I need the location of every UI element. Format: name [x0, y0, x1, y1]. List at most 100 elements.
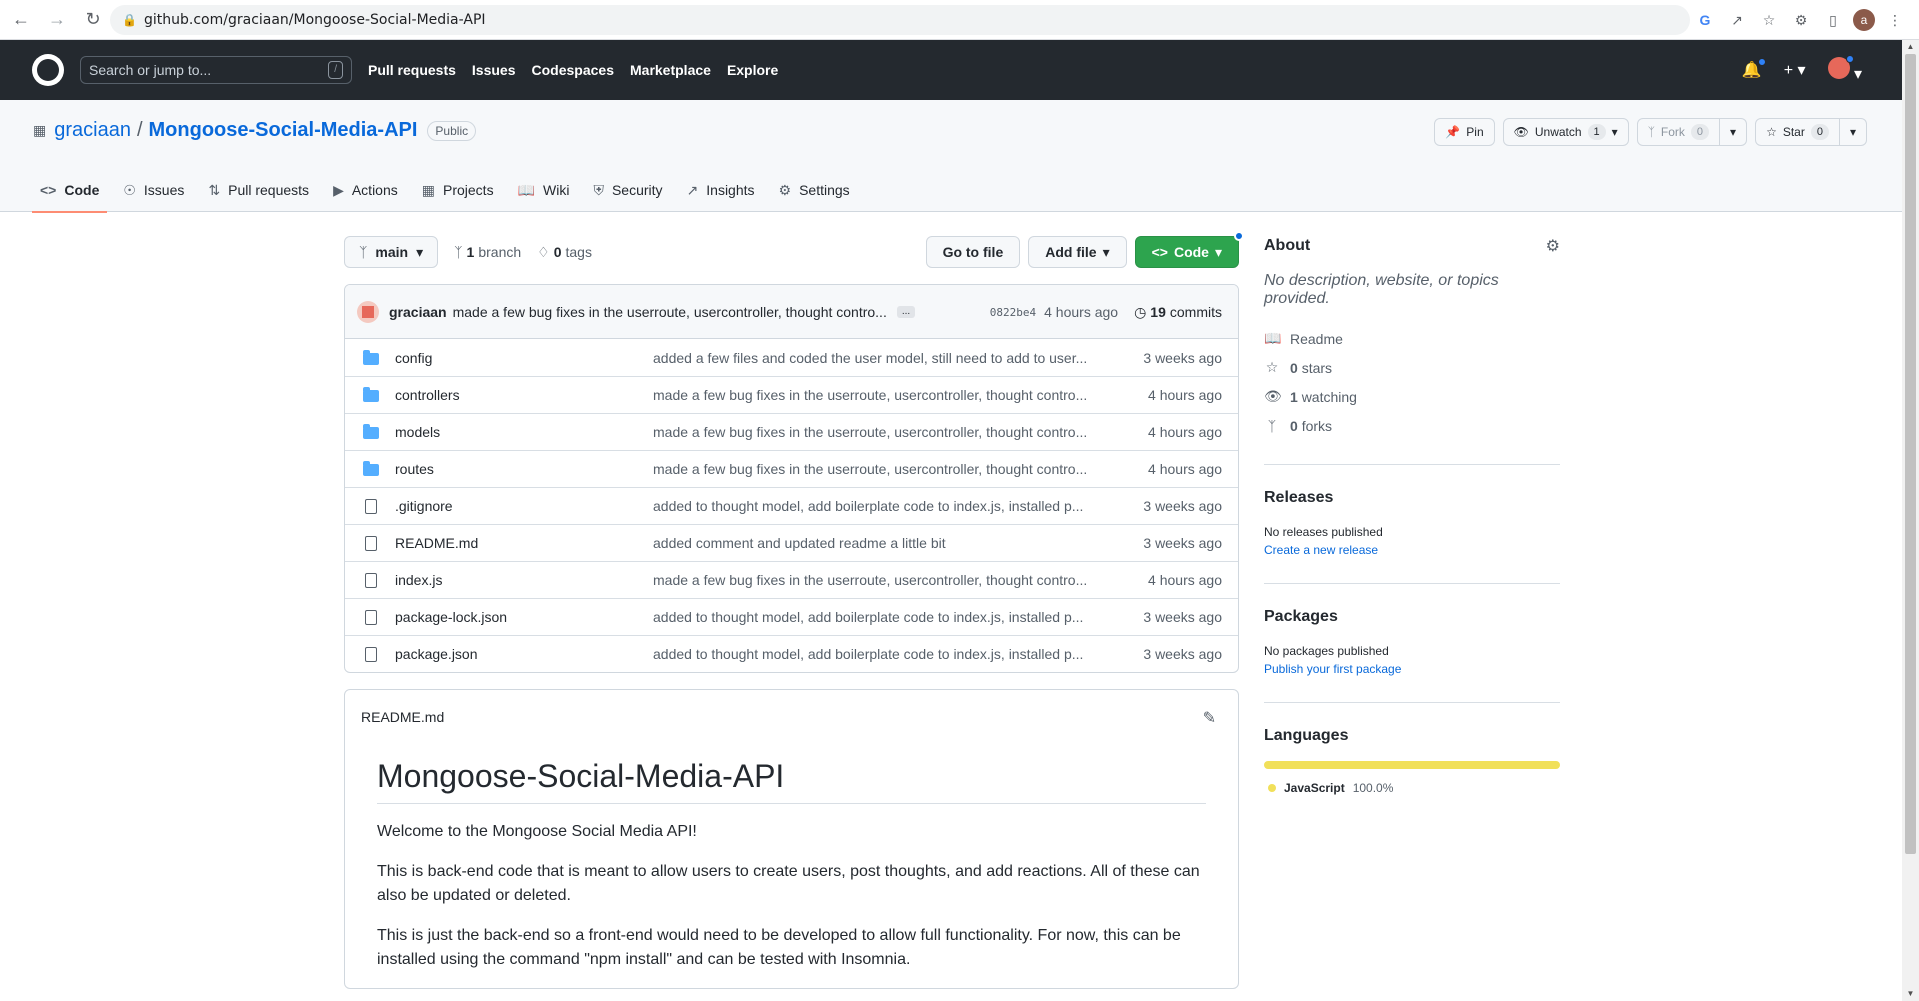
publish-package-link[interactable]: Publish your first package [1264, 660, 1560, 678]
table-row[interactable]: controllers made a few bug fixes in the u… [345, 376, 1238, 413]
tab-wiki[interactable]: 📖 Wiki [510, 168, 578, 212]
create-release-link[interactable]: Create a new release [1264, 541, 1560, 559]
file-name-link[interactable]: .gitignore [395, 498, 653, 514]
fork-dropdown-button[interactable]: ▾ [1720, 118, 1748, 146]
commit-sha[interactable]: 0822be4 [990, 306, 1036, 319]
branch-select-button[interactable]: ᛉ main ▾ [344, 236, 439, 268]
commit-message[interactable]: made a few bug fixes in the userroute, u… [453, 304, 887, 320]
nav-explore[interactable]: Explore [727, 62, 778, 78]
page-scrollbar[interactable]: ▲ ▼ [1902, 40, 1919, 1001]
readme-link[interactable]: 📖 Readme [1264, 324, 1560, 353]
tab-code[interactable]: <> Code [32, 168, 108, 213]
scrollbar-thumb[interactable] [1905, 54, 1916, 854]
file-commit-message[interactable]: added to thought model, add boilerplate … [653, 498, 1093, 514]
nav-issues[interactable]: Issues [472, 62, 516, 78]
file-name-link[interactable]: package.json [395, 646, 653, 662]
address-bar[interactable]: 🔒 github.com/graciaan/Mongoose-Social-Me… [110, 5, 1690, 35]
table-row[interactable]: routes made a few bug fixes in the userro… [345, 450, 1238, 487]
packages-heading[interactable]: Packages [1264, 608, 1338, 626]
file-commit-message[interactable]: made a few bug fixes in the userroute, u… [653, 424, 1093, 440]
star-button[interactable]: ☆ Star 0 [1755, 118, 1840, 146]
code-button[interactable]: <> Code ▾ [1134, 231, 1244, 268]
table-row[interactable]: models made a few bug fixes in the userro… [345, 413, 1238, 450]
commit-expand-button[interactable]: ... [896, 305, 916, 318]
file-icon [365, 535, 377, 551]
file-commit-message[interactable]: added comment and updated readme a littl… [653, 535, 1093, 551]
file-name-link[interactable]: routes [395, 461, 653, 477]
search-placeholder: Search or jump to... [89, 62, 212, 78]
file-commit-message[interactable]: made a few bug fixes in the userroute, u… [653, 461, 1093, 477]
side-panel-icon[interactable]: ▯ [1821, 8, 1845, 32]
tab-actions[interactable]: ▶ Actions [325, 168, 406, 212]
commit-author[interactable]: graciaan [389, 304, 447, 320]
watching-link[interactable]: 👁 1 watching [1264, 382, 1560, 411]
nav-codespaces[interactable]: Codespaces [532, 62, 614, 78]
create-new-plus-icon[interactable]: + ▾ [1784, 60, 1806, 80]
chevron-down-icon: ▾ [1214, 243, 1222, 260]
file-name-link[interactable]: models [395, 424, 653, 440]
file-commit-message[interactable]: made a few bug fixes in the userroute, u… [653, 387, 1093, 403]
forks-link[interactable]: ᛉ0 forks [1264, 411, 1560, 440]
file-name-link[interactable]: package-lock.json [395, 609, 653, 625]
file-commit-age: 3 weeks ago [1143, 646, 1222, 662]
commit-author-avatar[interactable] [357, 300, 379, 323]
file-name-link[interactable]: index.js [395, 572, 653, 588]
go-to-file-button[interactable]: Go to file [925, 236, 1021, 268]
scroll-down-arrow-icon[interactable]: ▼ [1902, 987, 1919, 1001]
reload-icon[interactable]: ↻ [78, 5, 108, 35]
tab-issues[interactable]: ☉ Issues [115, 168, 192, 212]
extensions-icon[interactable]: ⚙ [1789, 8, 1813, 32]
bookmark-star-icon[interactable]: ☆ [1757, 8, 1781, 32]
repo-name-link[interactable]: Mongoose-Social-Media-API [149, 119, 418, 142]
code-label: Code [1173, 244, 1209, 260]
table-row[interactable]: config added a few files and coded the us… [345, 339, 1238, 376]
scroll-up-arrow-icon[interactable]: ▲ [1902, 40, 1919, 54]
pin-button[interactable]: 📌 Pin [1434, 118, 1495, 146]
notifications-bell-icon[interactable]: 🔔 [1742, 58, 1766, 80]
tab-settings[interactable]: ⚙ Settings [771, 168, 858, 212]
table-row[interactable]: README.md added comment and updated readm… [345, 524, 1238, 561]
add-file-button[interactable]: Add file ▾ [1028, 236, 1127, 268]
file-name-link[interactable]: controllers [395, 387, 653, 403]
branches-link[interactable]: ᛉ 1 branch [454, 244, 521, 260]
code-icon: <> [1151, 244, 1168, 260]
share-icon[interactable]: ↗ [1725, 8, 1749, 32]
google-icon[interactable]: G [1693, 8, 1717, 32]
search-input[interactable]: Search or jump to... / [80, 56, 352, 84]
back-icon[interactable]: ← [6, 5, 36, 35]
releases-heading[interactable]: Releases [1264, 489, 1333, 507]
play-icon: ▶ [333, 181, 344, 198]
user-menu[interactable]: ▾ [1827, 54, 1862, 84]
fork-button[interactable]: ᛉ Fork 0 [1636, 118, 1721, 146]
commits-link[interactable]: ◷ 19 commits [1134, 304, 1222, 321]
file-commit-message[interactable]: added to thought model, add boilerplate … [653, 646, 1093, 662]
profile-avatar[interactable]: a [1853, 9, 1875, 31]
pencil-icon[interactable]: ✎ [1203, 708, 1216, 728]
tab-pull-requests[interactable]: ⇅ Pull requests [200, 168, 317, 212]
tab-projects[interactable]: ▦ Projects [414, 168, 502, 212]
tab-insights[interactable]: ↗ Insights [679, 168, 763, 212]
file-name-link[interactable]: README.md [395, 535, 653, 551]
language-item[interactable]: JavaScript 100.0% [1264, 781, 1560, 795]
tags-link[interactable]: ♢ 0 tags [537, 244, 592, 261]
file-name-link[interactable]: config [395, 350, 653, 366]
github-logo-icon[interactable] [32, 54, 64, 86]
file-commit-message[interactable]: added to thought model, add boilerplate … [653, 609, 1093, 625]
nav-pull-requests[interactable]: Pull requests [368, 62, 456, 78]
nav-marketplace[interactable]: Marketplace [630, 62, 711, 78]
tab-label: Insights [706, 182, 755, 198]
star-dropdown-button[interactable]: ▾ [1839, 118, 1867, 146]
tab-security[interactable]: ⛨ Security [585, 168, 670, 212]
file-commit-message[interactable]: made a few bug fixes in the userroute, u… [653, 572, 1093, 588]
table-row[interactable]: package-lock.json added to thought model,… [345, 598, 1238, 635]
file-commit-message[interactable]: added a few files and coded the user mod… [653, 350, 1093, 366]
menu-dots-icon[interactable]: ⋮ [1883, 8, 1907, 32]
stars-link[interactable]: ☆ 0 stars [1264, 353, 1560, 382]
table-row[interactable]: .gitignore added to thought model, add bo… [345, 487, 1238, 524]
unwatch-button[interactable]: 👁 Unwatch 1 ▾ [1502, 118, 1629, 146]
repo-owner-link[interactable]: graciaan [54, 119, 131, 142]
forward-icon[interactable]: → [42, 5, 72, 35]
table-row[interactable]: package.json added to thought model, add … [345, 635, 1238, 672]
table-row[interactable]: index.js made a few bug fixes in the user… [345, 561, 1238, 598]
gear-icon[interactable]: ⚙ [1546, 236, 1560, 256]
